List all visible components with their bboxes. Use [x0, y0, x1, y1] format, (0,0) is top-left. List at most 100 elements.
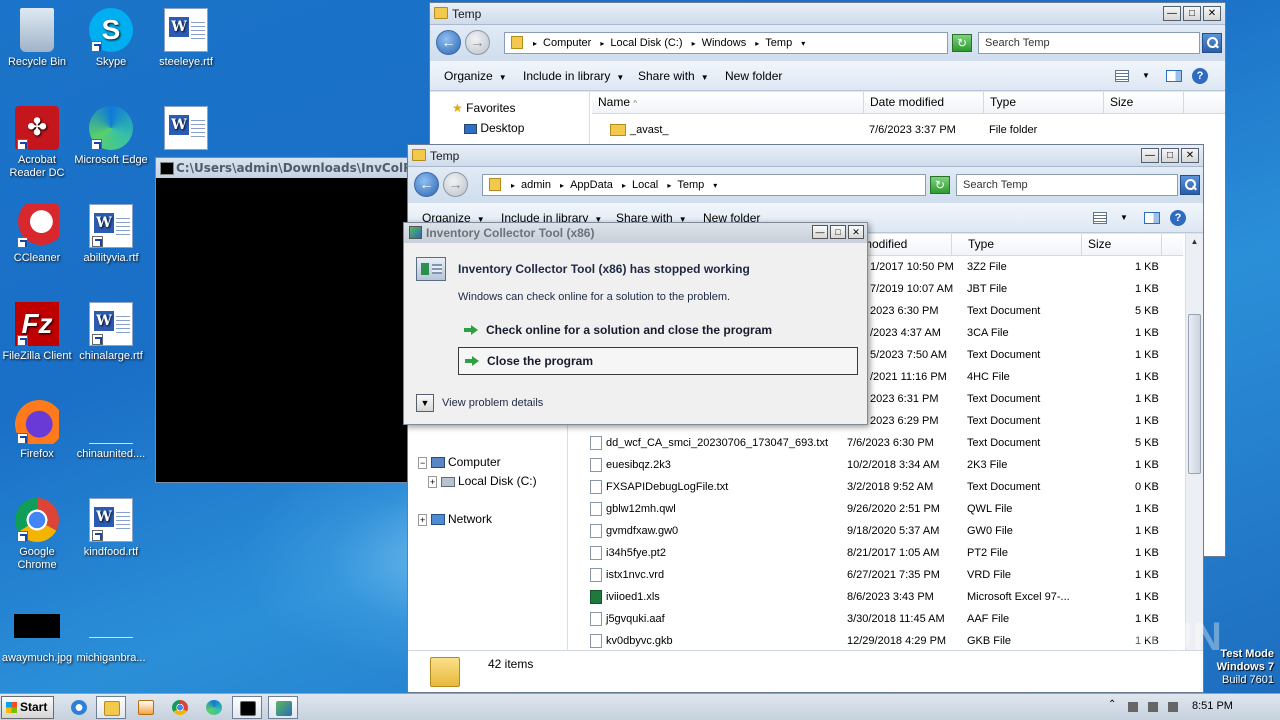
view-options-icon[interactable] — [1115, 70, 1129, 82]
check-online-button[interactable]: Check online for a solution and close th… — [458, 317, 858, 345]
maximize-button[interactable]: □ — [1161, 148, 1179, 163]
maximize-button[interactable]: □ — [1183, 6, 1201, 21]
desktop-icon-filezilla[interactable]: Fz FileZilla Client — [0, 302, 74, 363]
preview-pane-icon[interactable] — [1166, 70, 1182, 82]
minimize-button[interactable]: — — [812, 225, 828, 239]
dialog-title-bar[interactable]: Inventory Collector Tool (x86) — □ ✕ — [404, 223, 867, 243]
desktop-icon-chrome[interactable]: Google Chrome — [0, 498, 74, 572]
desktop-icon-ccleaner[interactable]: CCleaner — [0, 204, 74, 265]
nav-favorites[interactable]: ★ Favorites — [452, 101, 515, 115]
file-row[interactable]: gblw12mh.qwl 9/26/2020 2:51 PM QWL File 1 K… — [570, 498, 1183, 520]
start-button[interactable]: Start — [1, 696, 54, 719]
expand-icon[interactable]: + — [428, 476, 438, 488]
nav-desktop[interactable]: Desktop — [464, 121, 524, 135]
search-icon[interactable] — [1202, 33, 1222, 53]
title-bar[interactable]: Temp — □ ✕ — [430, 3, 1225, 25]
file-row[interactable]: dd_wcf_CA_smci_20230706_173047_693.txt 7/… — [570, 432, 1183, 454]
share-with-button[interactable]: Share with ▼ — [638, 69, 709, 83]
nav-computer[interactable]: − Computer — [418, 455, 501, 469]
taskbar-inventory-tool[interactable] — [268, 696, 298, 719]
console-title-bar[interactable]: C:\Users\admin\Downloads\InvColPC_1 — [156, 158, 414, 178]
address-bar[interactable]: ▸ admin ▸ AppData ▸ Local ▸ Temp ▾ — [482, 174, 926, 196]
minimize-button[interactable]: — — [1141, 148, 1159, 163]
desktop-icon-chinaunited[interactable]: chinaunited.... — [74, 400, 148, 461]
file-row[interactable]: gvmdfxaw.gw0 9/18/2020 5:37 AM GW0 File 1 K… — [570, 520, 1183, 542]
scroll-up-arrow-icon[interactable]: ▲ — [1187, 234, 1202, 249]
forward-button[interactable]: → — [443, 172, 468, 197]
refresh-button[interactable]: ↻ — [952, 34, 972, 52]
vertical-scrollbar[interactable]: ▲ — [1185, 234, 1203, 650]
network-icon[interactable] — [1148, 702, 1158, 712]
search-input[interactable]: Search Temp — [978, 32, 1200, 54]
taskbar-explorer[interactable] — [96, 696, 126, 719]
address-bar[interactable]: ▸ Computer ▸ Local Disk (C:) ▸ Windows ▸ Tem… — [504, 32, 948, 54]
breadcrumb-item[interactable]: Local Disk (C:) — [610, 37, 682, 49]
column-type[interactable]: Type — [984, 92, 1104, 114]
desktop-icon-awaymuch[interactable]: awaymuch.jpg — [0, 614, 74, 665]
volume-icon[interactable] — [1168, 702, 1178, 712]
clock[interactable]: 8:51 PM — [1192, 700, 1233, 712]
search-icon[interactable] — [1180, 175, 1200, 195]
desktop-icon-abilityvia[interactable]: abilityvia.rtf — [74, 204, 148, 265]
taskbar-console[interactable] — [232, 696, 262, 719]
refresh-button[interactable]: ↻ — [930, 176, 950, 194]
desktop-icon-recycle-bin[interactable]: Recycle Bin — [0, 8, 74, 69]
taskbar-ie[interactable] — [64, 696, 94, 719]
taskbar-chrome[interactable] — [165, 696, 195, 719]
view-options-icon[interactable] — [1093, 212, 1107, 224]
include-in-library-button[interactable]: Include in library ▼ — [523, 69, 624, 83]
file-row[interactable]: istx1nvc.vrd 6/27/2021 7:35 PM VRD File 1 K… — [570, 564, 1183, 586]
desktop-icon-chinalarge[interactable]: chinalarge.rtf — [74, 302, 148, 363]
title-bar[interactable]: Temp — □ ✕ — [408, 145, 1203, 167]
breadcrumb-item[interactable]: Temp — [765, 37, 792, 49]
breadcrumb-item[interactable]: AppData — [570, 179, 613, 191]
expand-details-button[interactable]: ▼ — [416, 394, 434, 412]
column-size[interactable]: Size — [1104, 92, 1184, 114]
tray-expand-icon[interactable]: ⌃ — [1108, 699, 1118, 710]
taskbar-edge[interactable] — [199, 696, 229, 719]
maximize-button[interactable]: □ — [830, 225, 846, 239]
desktop-icon-edge[interactable]: Microsoft Edge — [74, 106, 148, 167]
file-row[interactable]: iviioed1.xls 8/6/2023 3:43 PM Microsoft Ex… — [570, 586, 1183, 608]
desktop-icon-michiganbra[interactable]: michiganbra... — [74, 614, 148, 665]
view-dropdown-icon[interactable]: ▼ — [1120, 213, 1128, 222]
console-window[interactable]: C:\Users\admin\Downloads\InvColPC_1 — [155, 157, 415, 483]
view-dropdown-icon[interactable]: ▼ — [1142, 71, 1150, 80]
close-button[interactable]: ✕ — [848, 225, 864, 239]
column-size[interactable]: Size — [1082, 234, 1162, 256]
nav-local-disk[interactable]: + Local Disk (C:) — [428, 474, 537, 488]
desktop-icon-firefox[interactable]: Firefox — [0, 400, 74, 461]
crash-dialog[interactable]: Inventory Collector Tool (x86) — □ ✕ Inv… — [403, 222, 868, 425]
file-row[interactable]: euesibqz.2k3 10/2/2018 3:34 AM 2K3 File 1 K… — [570, 454, 1183, 476]
close-button[interactable]: ✕ — [1181, 148, 1199, 163]
minimize-button[interactable]: — — [1163, 6, 1181, 21]
breadcrumb-item[interactable]: Temp — [677, 179, 704, 191]
column-date-modified[interactable]: Date modified — [864, 92, 984, 114]
column-name[interactable]: Name ^ — [592, 92, 864, 114]
breadcrumb-item[interactable]: admin — [521, 179, 551, 191]
expand-icon[interactable]: + — [418, 514, 428, 526]
column-date-modified[interactable]: modified — [860, 234, 952, 256]
nav-network[interactable]: + Network — [418, 512, 492, 526]
help-icon[interactable]: ? — [1170, 210, 1186, 226]
desktop-icon-skype[interactable]: S Skype — [74, 8, 148, 69]
organize-button[interactable]: Organize ▼ — [444, 69, 507, 83]
breadcrumb-item[interactable]: Local — [632, 179, 658, 191]
view-problem-details-link[interactable]: View problem details — [442, 397, 543, 409]
close-program-button[interactable]: Close the program — [458, 347, 858, 375]
new-folder-button[interactable]: New folder — [725, 69, 782, 83]
search-input[interactable]: Search Temp — [956, 174, 1178, 196]
back-button[interactable]: ← — [414, 172, 439, 197]
column-type[interactable]: Type — [962, 234, 1082, 256]
collapse-icon[interactable]: − — [418, 457, 428, 469]
breadcrumb-item[interactable]: Computer — [543, 37, 591, 49]
close-button[interactable]: ✕ — [1203, 6, 1221, 21]
desktop-icon-kindfood[interactable]: kindfood.rtf — [74, 498, 148, 559]
desktop-icon-acrobat[interactable]: ✤ Acrobat Reader DC — [0, 106, 74, 180]
forward-button[interactable]: → — [465, 30, 490, 55]
desktop-icon-document[interactable] — [149, 106, 223, 154]
file-row[interactable]: _avast_ 7/6/2023 3:37 PM File folder — [592, 119, 1225, 141]
file-row[interactable]: i34h5fye.pt2 8/21/2017 1:05 AM PT2 File 1 K… — [570, 542, 1183, 564]
back-button[interactable]: ← — [436, 30, 461, 55]
taskbar-media-player[interactable] — [131, 696, 161, 719]
